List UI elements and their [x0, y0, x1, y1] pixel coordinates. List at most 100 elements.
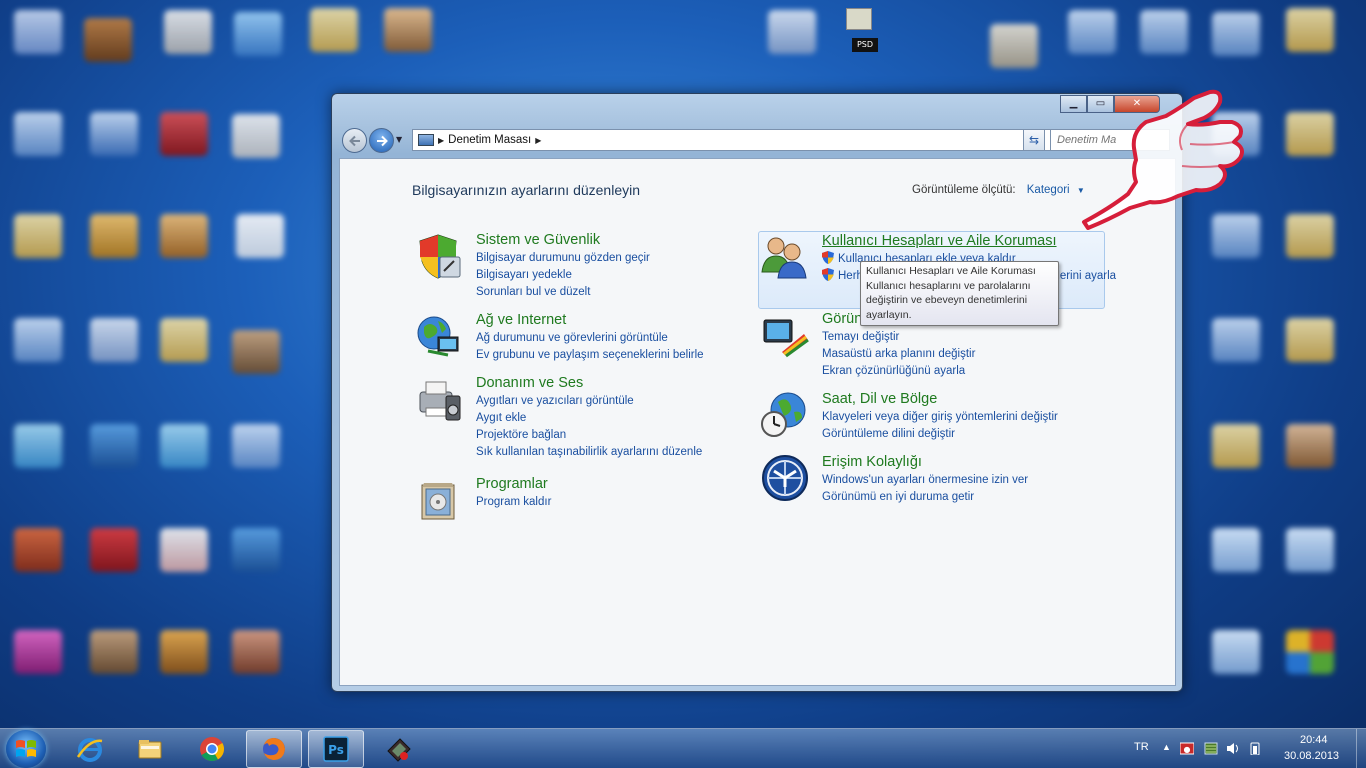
breadcrumb-control-panel[interactable]: Denetim Masası [448, 134, 531, 146]
desktop-icon[interactable] [14, 528, 62, 572]
category-link[interactable]: Görünümü en iyi duruma getir [822, 489, 1152, 506]
desktop-icon[interactable] [1212, 424, 1260, 468]
battery-icon[interactable] [1248, 742, 1262, 755]
desktop-icon[interactable] [234, 12, 282, 56]
category-link[interactable]: Ev grubunu ve paylaşım seçeneklerini bel… [476, 347, 806, 364]
desktop-icon[interactable] [1212, 528, 1260, 572]
network-tray-icon[interactable] [1204, 742, 1218, 755]
desktop-icon[interactable] [14, 214, 62, 258]
category-title[interactable]: Saat, Dil ve Bölge [822, 390, 1152, 409]
category-link[interactable]: Klavyeleri veya diğer giriş yöntemlerini… [822, 409, 1152, 426]
clock-time[interactable]: 20:44 [1300, 734, 1328, 746]
navigation-bar: ▼ ▶ Denetim Masası ▶ ▼ ⇆ [340, 127, 1174, 153]
desktop-icon[interactable] [1286, 214, 1334, 258]
desktop-icon[interactable] [232, 630, 280, 674]
desktop-icon[interactable] [160, 318, 208, 362]
start-button[interactable] [6, 730, 46, 768]
desktop-icon[interactable] [1286, 424, 1334, 468]
category-link[interactable]: Aygıtları ve yazıcıları görüntüle [476, 393, 806, 410]
desktop-icon[interactable] [90, 528, 138, 572]
svg-text:●: ● [1184, 745, 1191, 754]
desktop-icon[interactable] [160, 424, 208, 468]
volume-icon[interactable] [1226, 742, 1240, 755]
category-title[interactable]: Programlar [476, 475, 806, 494]
desktop-icon[interactable] [1286, 630, 1334, 674]
breadcrumb-separator-icon[interactable]: ▶ [438, 136, 444, 145]
psd-file-icon[interactable]: PSD [842, 6, 878, 52]
desktop-icon[interactable] [160, 630, 208, 674]
desktop-icon[interactable] [768, 10, 816, 54]
desktop-icon[interactable] [1286, 528, 1334, 572]
desktop-icon[interactable] [90, 214, 138, 258]
desktop-icon[interactable] [232, 330, 280, 374]
recent-pages-dropdown[interactable]: ▼ [396, 135, 402, 144]
taskbar-firefox[interactable] [246, 730, 302, 768]
taskbar-file-explorer[interactable] [122, 730, 178, 768]
refresh-button[interactable]: ⇆ [1023, 129, 1045, 151]
desktop-icon[interactable] [90, 630, 138, 674]
desktop-icon[interactable] [1212, 12, 1260, 56]
desktop-icon[interactable] [90, 318, 138, 362]
category-link[interactable]: Windows'un ayarları önermesine izin ver [822, 472, 1152, 489]
taskbar-photoshop[interactable]: Ps [308, 730, 364, 768]
desktop-icon[interactable] [232, 114, 280, 158]
desktop-icon[interactable] [1140, 10, 1188, 54]
photoshop-label: Ps [328, 743, 344, 757]
desktop-icon[interactable] [160, 112, 208, 156]
category-link[interactable]: Sık kullanılan taşınabilirlik ayarlarını… [476, 444, 806, 461]
category-link[interactable]: Sorunları bul ve düzelt [476, 284, 806, 301]
back-button[interactable] [342, 128, 367, 153]
category-link[interactable]: Bilgisayarı yedekle [476, 267, 806, 284]
desktop-icon[interactable] [1286, 112, 1334, 156]
desktop-icon[interactable] [232, 528, 280, 572]
desktop-icon[interactable] [14, 630, 62, 674]
view-by-dropdown[interactable]: Kategori [1027, 184, 1070, 196]
desktop-icon[interactable] [1212, 630, 1260, 674]
address-bar[interactable]: ▶ Denetim Masası ▶ ▼ [412, 129, 1052, 151]
antivirus-tray-icon[interactable]: ● [1180, 742, 1194, 755]
desktop-icon[interactable] [990, 24, 1038, 68]
show-hidden-icons-icon[interactable]: ▲ [1162, 742, 1171, 752]
category-title[interactable]: Donanım ve Ses [476, 374, 806, 393]
category-link[interactable]: Ağ durumunu ve görevlerini görüntüle [476, 330, 806, 347]
desktop-icon[interactable] [14, 318, 62, 362]
category-title[interactable]: Sistem ve Güvenlik [476, 231, 806, 250]
desktop-icon[interactable] [90, 112, 138, 156]
taskbar-internet-explorer[interactable] [62, 730, 118, 768]
clock-date[interactable]: 30.08.2013 [1284, 750, 1339, 762]
desktop-icon[interactable] [90, 424, 138, 468]
desktop-icon[interactable] [14, 10, 62, 54]
desktop-icon[interactable] [384, 8, 432, 52]
category-link[interactable]: Ekran çözünürlüğünü ayarla [822, 363, 1152, 380]
desktop-icon[interactable] [1286, 8, 1334, 52]
category-title[interactable]: Erişim Kolaylığı [822, 453, 1152, 472]
category-link[interactable]: Masaüstü arka planını değiştir [822, 346, 1152, 363]
desktop-icon[interactable] [84, 18, 132, 62]
desktop-icon[interactable] [1286, 318, 1334, 362]
category-link[interactable]: Aygıt ekle [476, 410, 806, 427]
taskbar-app[interactable] [370, 730, 426, 768]
language-indicator[interactable]: TR [1134, 741, 1149, 753]
category-title[interactable]: Ağ ve Internet [476, 311, 806, 330]
desktop-icon[interactable] [14, 424, 62, 468]
desktop-icon[interactable] [232, 424, 280, 468]
forward-button[interactable] [369, 128, 394, 153]
desktop-icon[interactable] [164, 10, 212, 54]
show-desktop-button[interactable] [1356, 729, 1366, 768]
desktop-icon[interactable] [160, 214, 208, 258]
desktop-icon[interactable] [1068, 10, 1116, 54]
category-link[interactable]: Program kaldır [476, 494, 806, 511]
category-link[interactable]: Bilgisayar durumunu gözden geçir [476, 250, 806, 267]
desktop-icon[interactable] [14, 112, 62, 156]
desktop-icon[interactable] [236, 214, 284, 258]
category-link[interactable]: Temayı değiştir [822, 329, 1152, 346]
desktop-icon[interactable] [310, 8, 358, 52]
category-link[interactable]: Projektöre bağlan [476, 427, 806, 444]
desktop-icon[interactable] [1212, 318, 1260, 362]
category-link[interactable]: Görüntüleme dilini değiştir [822, 426, 1152, 443]
taskbar-chrome[interactable] [184, 730, 240, 768]
desktop-icon[interactable] [160, 528, 208, 572]
psd-file-label: PSD [852, 38, 878, 52]
breadcrumb-separator-icon[interactable]: ▶ [535, 136, 541, 145]
content-pane: Bilgisayarınızın ayarlarını düzenleyin G… [339, 158, 1176, 686]
